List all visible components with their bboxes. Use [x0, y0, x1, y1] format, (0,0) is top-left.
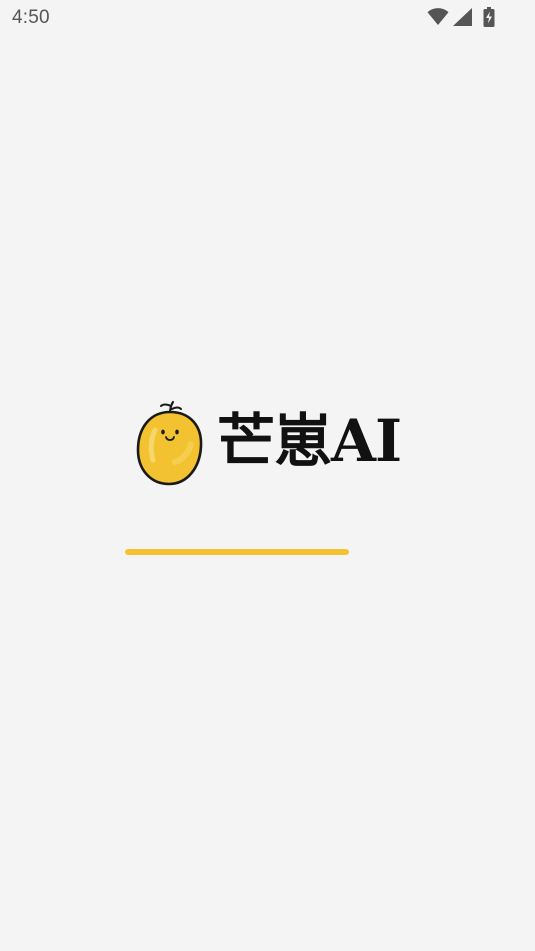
- status-time: 4:50: [12, 7, 50, 28]
- wifi-icon: [427, 8, 449, 26]
- app-logo: 芒崽AI: [135, 400, 420, 488]
- brand-name: 芒崽AI: [217, 407, 402, 475]
- loading-progress-bar: [125, 549, 349, 555]
- cellular-signal-icon: [453, 8, 473, 26]
- battery-charging-icon: [483, 7, 495, 27]
- status-icons: [427, 7, 495, 27]
- loading-progress-fill: [125, 549, 349, 555]
- status-bar: 4:50: [0, 0, 535, 36]
- mango-mascot-icon: [136, 400, 203, 486]
